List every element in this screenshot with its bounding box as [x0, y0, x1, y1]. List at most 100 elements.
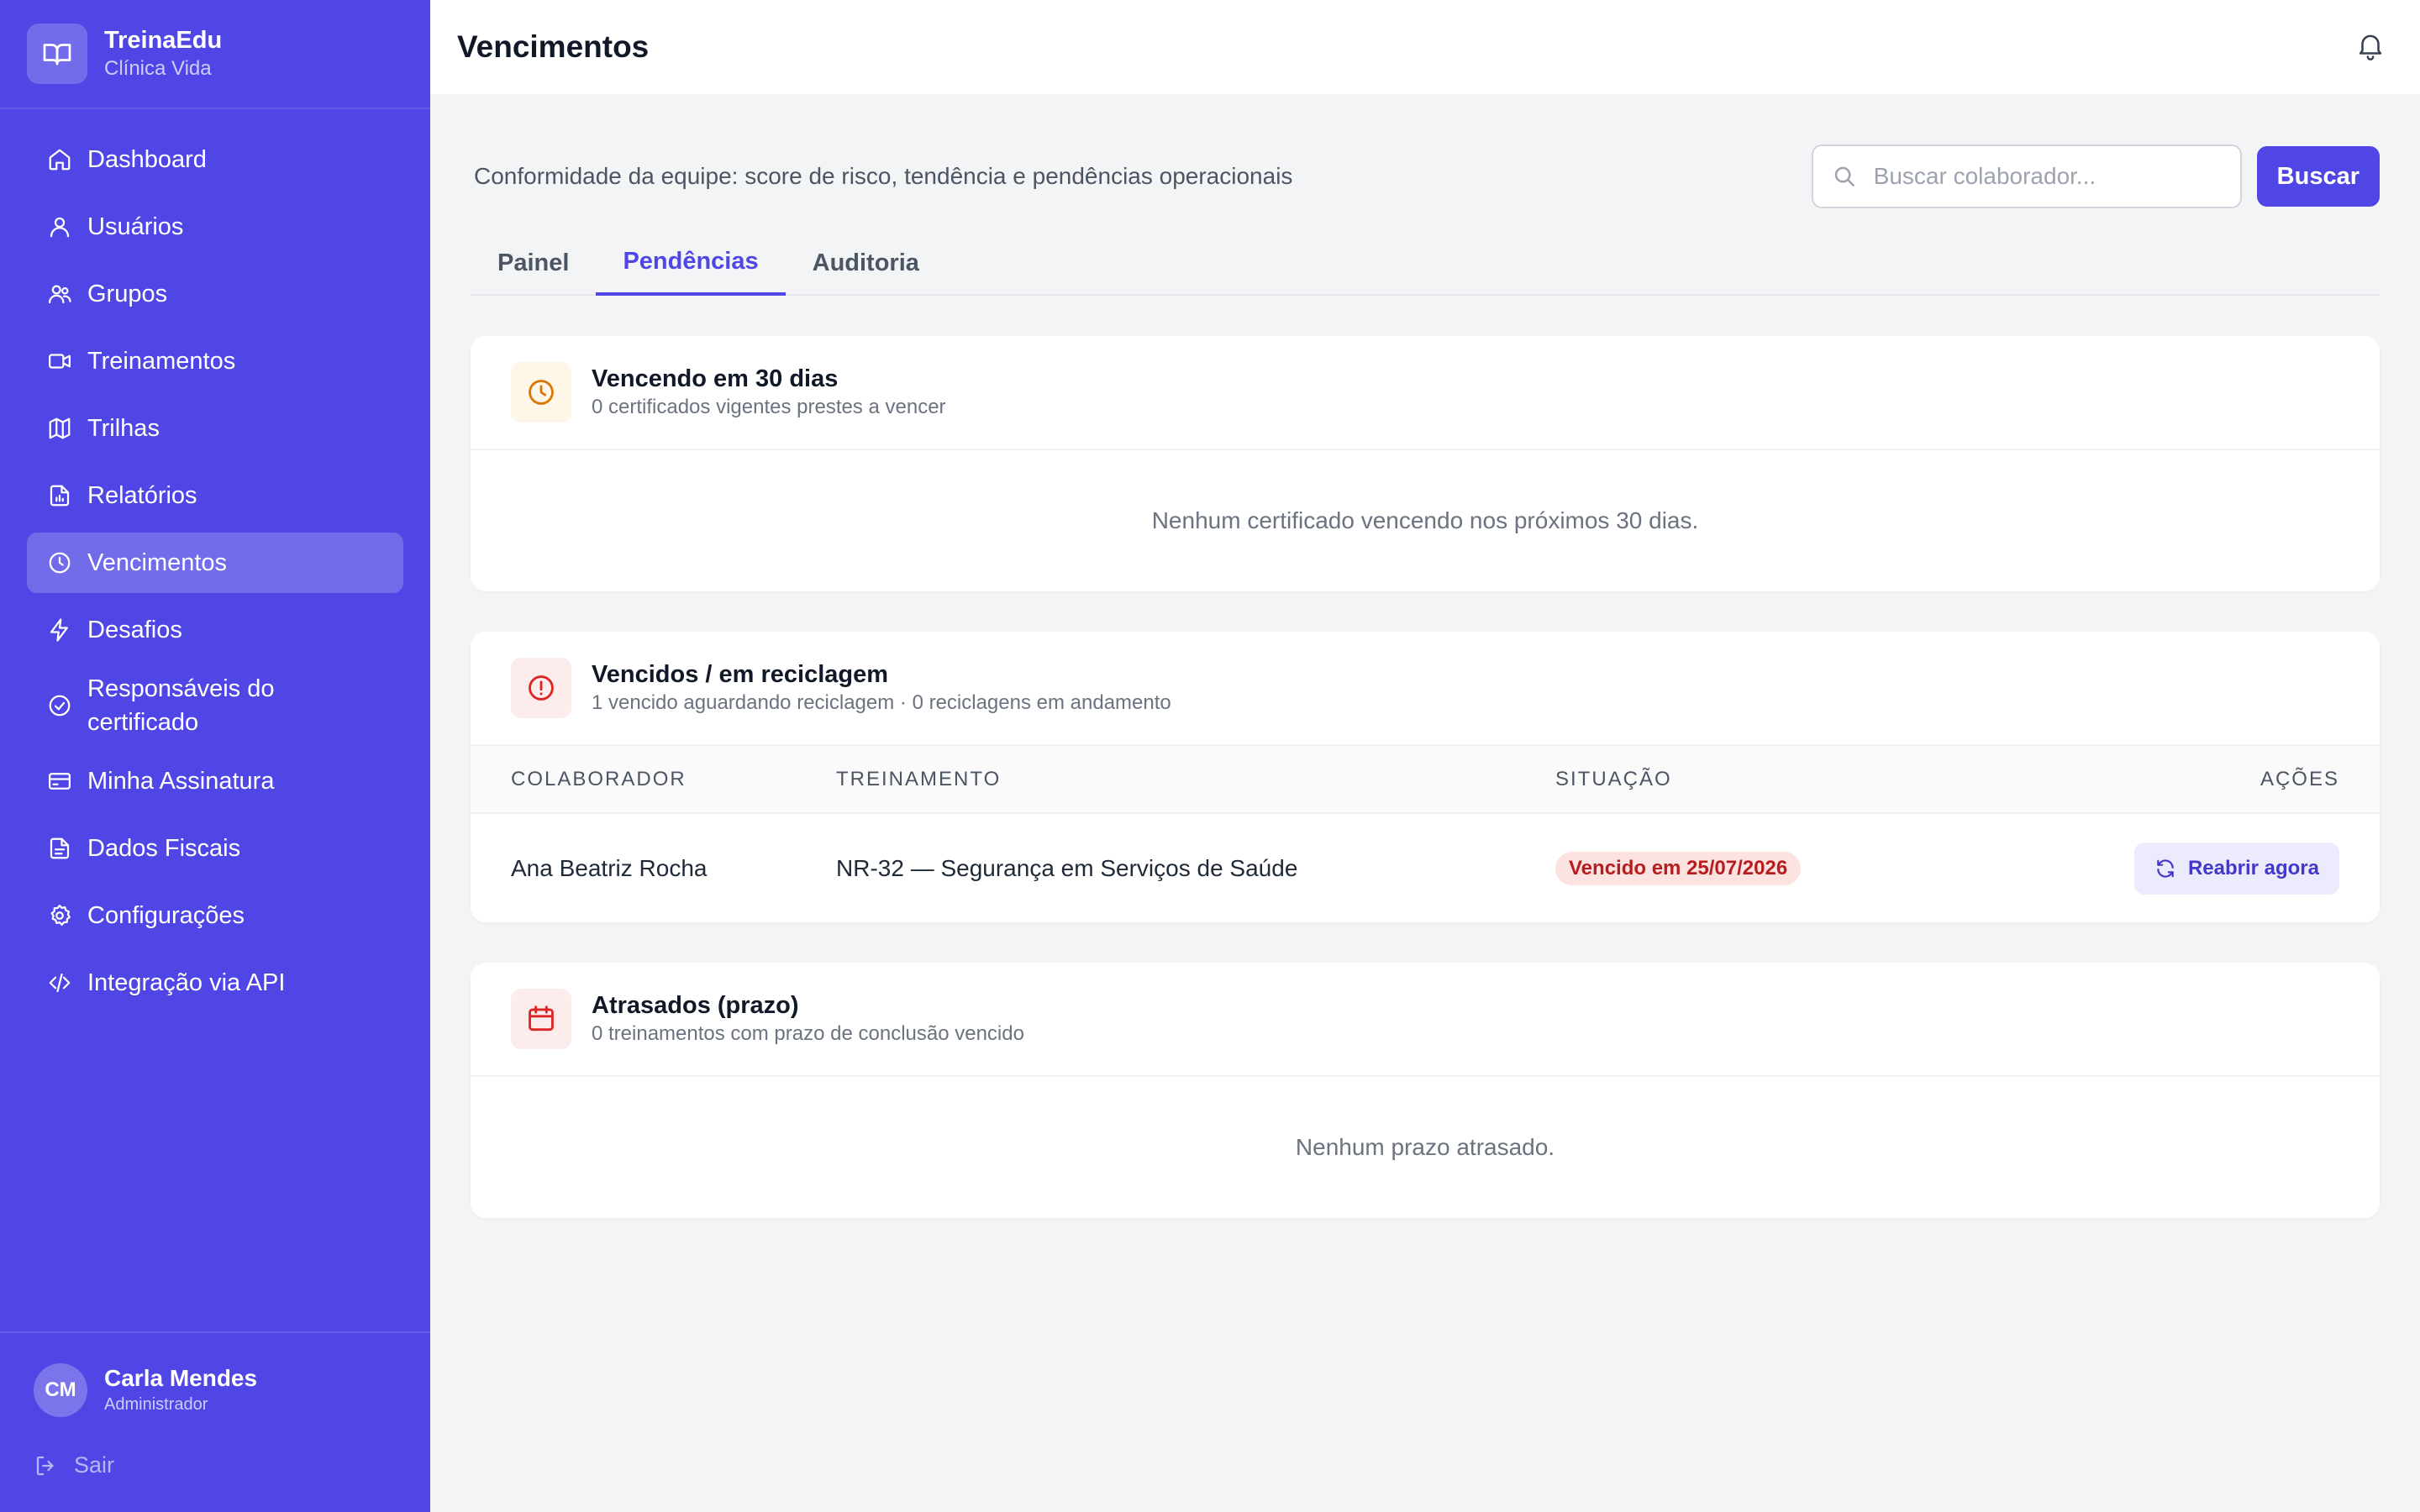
topbar: Vencimentos [430, 0, 2420, 94]
sidebar-item-label: Desafios [87, 617, 182, 643]
code-icon [47, 970, 72, 995]
map-icon [47, 416, 72, 441]
app-root: TreinaEdu Clínica Vida Dashboard Usuário… [0, 0, 2420, 1512]
clock-icon [511, 362, 571, 423]
card-title: Vencidos / em reciclagem [592, 661, 889, 688]
sidebar-item-vencimentos[interactable]: Vencimentos [27, 533, 403, 593]
sidebar-nav: Dashboard Usuários Grupos Treinamentos T… [0, 109, 430, 1033]
sidebar-item-label: Trilhas [87, 415, 160, 442]
refresh-icon [2157, 858, 2174, 878]
reopen-button[interactable]: Reabrir agora [2133, 842, 2339, 895]
empty-state: Nenhum prazo atrasado. [1295, 1134, 1555, 1160]
user-role: Administrador [104, 1395, 208, 1414]
column-header: SITUAÇÃO [1555, 746, 2009, 814]
card-description: 0 treinamentos com prazo de conclusão ve… [592, 1022, 1024, 1045]
book-open-icon [27, 24, 87, 84]
home-icon [47, 147, 72, 172]
tab-painel[interactable]: Painel [471, 230, 596, 296]
card-expired: Vencidos / em reciclagem 1 vencido aguar… [471, 632, 2380, 922]
sidebar-item-label: Vencimentos [87, 549, 228, 576]
sidebar-item-label: Responsáveis do certificado [87, 675, 275, 736]
sidebar-item-dashboard[interactable]: Dashboard [27, 129, 403, 190]
zap-icon [47, 617, 72, 643]
actions-cell: Reabrir agora [2009, 813, 2380, 922]
sidebar-item-label: Integração via API [87, 969, 286, 996]
credit-card-icon [47, 769, 72, 794]
sidebar-item-grupos[interactable]: Grupos [27, 264, 403, 324]
search-input[interactable] [1873, 163, 2222, 190]
bell-icon[interactable] [2354, 29, 2386, 66]
main-area: Vencimentos Conformidade da equipe: scor… [430, 0, 2420, 1512]
sidebar-item-configuracoes[interactable]: Configurações [27, 885, 403, 946]
card-header: Atrasados (prazo) 0 treinamentos com pra… [471, 963, 2380, 1077]
logout-label: Sair [74, 1452, 115, 1478]
clock-icon [47, 550, 72, 575]
sidebar-item-label: Grupos [87, 281, 168, 307]
sidebar-item-label: Dashboard [87, 146, 207, 173]
logout-icon [36, 1456, 54, 1475]
brand-subtitle: Clínica Vida [104, 57, 212, 80]
sidebar-item-trilhas[interactable]: Trilhas [27, 398, 403, 459]
sidebar: TreinaEdu Clínica Vida Dashboard Usuário… [0, 0, 430, 1512]
card-header: Vencendo em 30 dias 0 certificados vigen… [471, 336, 2380, 450]
check-circle-icon [47, 693, 72, 718]
card-title: Atrasados (prazo) [592, 992, 799, 1019]
tab-auditoria[interactable]: Auditoria [786, 230, 946, 296]
training-name: NR-32 — Segurança em Serviços de Saúde [836, 854, 1298, 881]
sidebar-item-label: Dados Fiscais [87, 835, 241, 862]
sidebar-item-label: Usuários [87, 213, 184, 240]
user-info[interactable]: CM Carla Mendes Administrador [34, 1363, 397, 1417]
sidebar-item-api[interactable]: Integração via API [27, 953, 403, 1013]
search-button[interactable]: Buscar [2256, 146, 2380, 207]
sidebar-item-desafios[interactable]: Desafios [27, 600, 403, 660]
card-description: 1 vencido aguardando reciclagem · 0 reci… [592, 691, 1171, 714]
video-icon [47, 349, 72, 374]
status-cell: Vencido em 25/07/2026 [1555, 813, 2009, 922]
page-subtitle: Conformidade da equipe: score de risco, … [474, 163, 1293, 189]
search-box [1811, 144, 2242, 208]
column-header: TREINAMENTO [836, 746, 1555, 814]
sidebar-item-relatorios[interactable]: Relatórios [27, 465, 403, 526]
sidebar-item-responsaveis[interactable]: Responsáveis do certificado [27, 667, 403, 744]
logout-button[interactable]: Sair [34, 1452, 397, 1478]
search-icon [1834, 166, 1854, 186]
brand-name: TreinaEdu [104, 27, 223, 54]
brand: TreinaEdu Clínica Vida [0, 0, 430, 109]
user-name: Carla Mendes [104, 1365, 258, 1391]
user-icon [47, 214, 72, 239]
status-badge: Vencido em 25/07/2026 [1555, 851, 1802, 885]
tab-pendencias[interactable]: Pendências [596, 230, 786, 296]
content: Conformidade da equipe: score de risco, … [430, 94, 2420, 1218]
brand-text: TreinaEdu Clínica Vida [104, 25, 222, 82]
empty-state: Nenhum certificado vencendo nos próximos… [1151, 507, 1699, 533]
sidebar-item-treinamentos[interactable]: Treinamentos [27, 331, 403, 391]
column-header: COLABORADOR [471, 746, 836, 814]
sidebar-item-usuarios[interactable]: Usuários [27, 197, 403, 257]
reopen-label: Reabrir agora [2187, 856, 2319, 879]
sidebar-item-label: Treinamentos [87, 348, 236, 375]
card-header: Vencidos / em reciclagem 1 vencido aguar… [471, 632, 2380, 746]
card-expiring: Vencendo em 30 dias 0 certificados vigen… [471, 336, 2380, 591]
users-icon [47, 281, 72, 307]
calendar-icon [511, 989, 571, 1049]
tabs: Painel Pendências Auditoria [471, 230, 2380, 296]
card-title: Vencendo em 30 dias [592, 365, 839, 392]
card-overdue: Atrasados (prazo) 0 treinamentos com pra… [471, 963, 2380, 1218]
user-panel: CM Carla Mendes Administrador Sair [0, 1331, 430, 1512]
sidebar-item-label: Configurações [87, 902, 245, 929]
expired-table: COLABORADOR TREINAMENTO SITUAÇÃO AÇÕES A… [471, 746, 2380, 922]
page-title: Vencimentos [457, 29, 650, 64]
column-header: AÇÕES [2009, 746, 2380, 814]
table-row: Ana Beatriz Rocha NR-32 — Segurança em S… [471, 813, 2380, 922]
sidebar-item-label: Relatórios [87, 482, 197, 509]
card-description: 0 certificados vigentes prestes a vencer [592, 396, 946, 418]
employee-name: Ana Beatriz Rocha [511, 854, 708, 881]
table-header: COLABORADOR TREINAMENTO SITUAÇÃO AÇÕES [471, 746, 2380, 814]
sidebar-item-assinatura[interactable]: Minha Assinatura [27, 751, 403, 811]
sidebar-item-label: Minha Assinatura [87, 768, 275, 795]
avatar: CM [34, 1363, 87, 1417]
report-icon [47, 483, 72, 508]
search-group: Buscar [1811, 144, 2380, 208]
sidebar-item-dados-fiscais[interactable]: Dados Fiscais [27, 818, 403, 879]
toolbar: Conformidade da equipe: score de risco, … [471, 144, 2380, 208]
